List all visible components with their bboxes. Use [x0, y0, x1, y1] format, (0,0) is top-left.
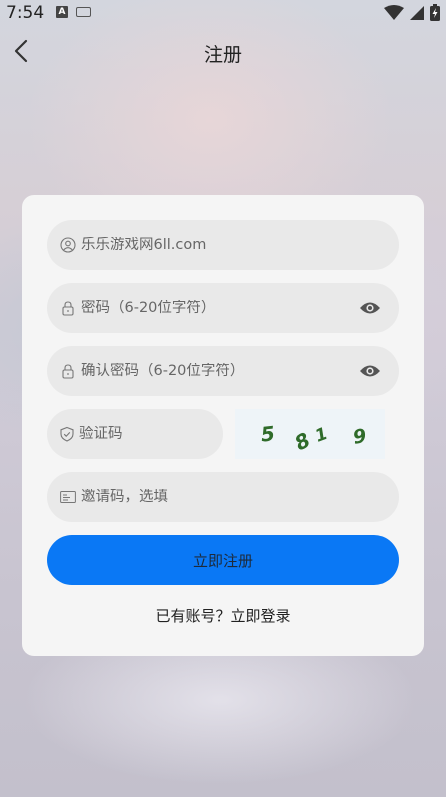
invite-card-icon — [59, 488, 77, 506]
invite-code-input[interactable] — [81, 489, 399, 505]
status-notification-icons: A — [56, 6, 91, 18]
eye-icon — [360, 302, 380, 314]
captcha-input[interactable] — [79, 426, 260, 442]
nav-bar: 注册 — [0, 26, 446, 76]
captcha-digit: 5 — [260, 421, 276, 446]
page-title: 注册 — [203, 44, 242, 66]
keyboard-icon — [76, 7, 91, 17]
username-input[interactable] — [81, 237, 399, 253]
status-time: 7:54 — [6, 3, 45, 23]
wifi-icon — [384, 4, 404, 20]
confirm-password-input[interactable] — [81, 363, 357, 379]
captcha-digit: 1 — [313, 424, 331, 447]
captcha-digit: 9 — [351, 425, 368, 449]
password-input[interactable] — [81, 300, 357, 316]
user-icon — [59, 236, 77, 254]
login-link[interactable]: 已有账号？立即登录 — [155, 607, 290, 625]
captcha-image[interactable]: 5 8 1 9 — [235, 409, 385, 459]
shield-icon — [59, 425, 75, 443]
status-system-icons — [384, 4, 440, 21]
register-button[interactable]: 立即注册 — [47, 535, 399, 585]
register-card: 5 8 1 9 立即注册 已有账号？立即登录 — [22, 195, 424, 656]
status-bar: 7:54 A — [0, 0, 446, 26]
login-link-row: 已有账号？立即登录 — [22, 605, 424, 626]
eye-icon — [360, 365, 380, 377]
signal-icon — [410, 5, 424, 20]
toggle-password-visibility-button[interactable] — [357, 295, 383, 321]
app-notification-icon: A — [56, 6, 68, 18]
lock-icon — [59, 362, 77, 380]
captcha-digit: 8 — [291, 428, 315, 456]
lock-icon — [59, 299, 77, 317]
invite-code-field[interactable] — [47, 472, 399, 522]
confirm-password-field[interactable] — [47, 346, 399, 396]
battery-icon — [430, 4, 440, 21]
password-field[interactable] — [47, 283, 399, 333]
captcha-field[interactable] — [47, 409, 260, 459]
toggle-confirm-password-visibility-button[interactable] — [357, 358, 383, 384]
captcha-graphic: 5 8 1 9 — [260, 421, 369, 456]
username-field[interactable] — [47, 220, 399, 270]
